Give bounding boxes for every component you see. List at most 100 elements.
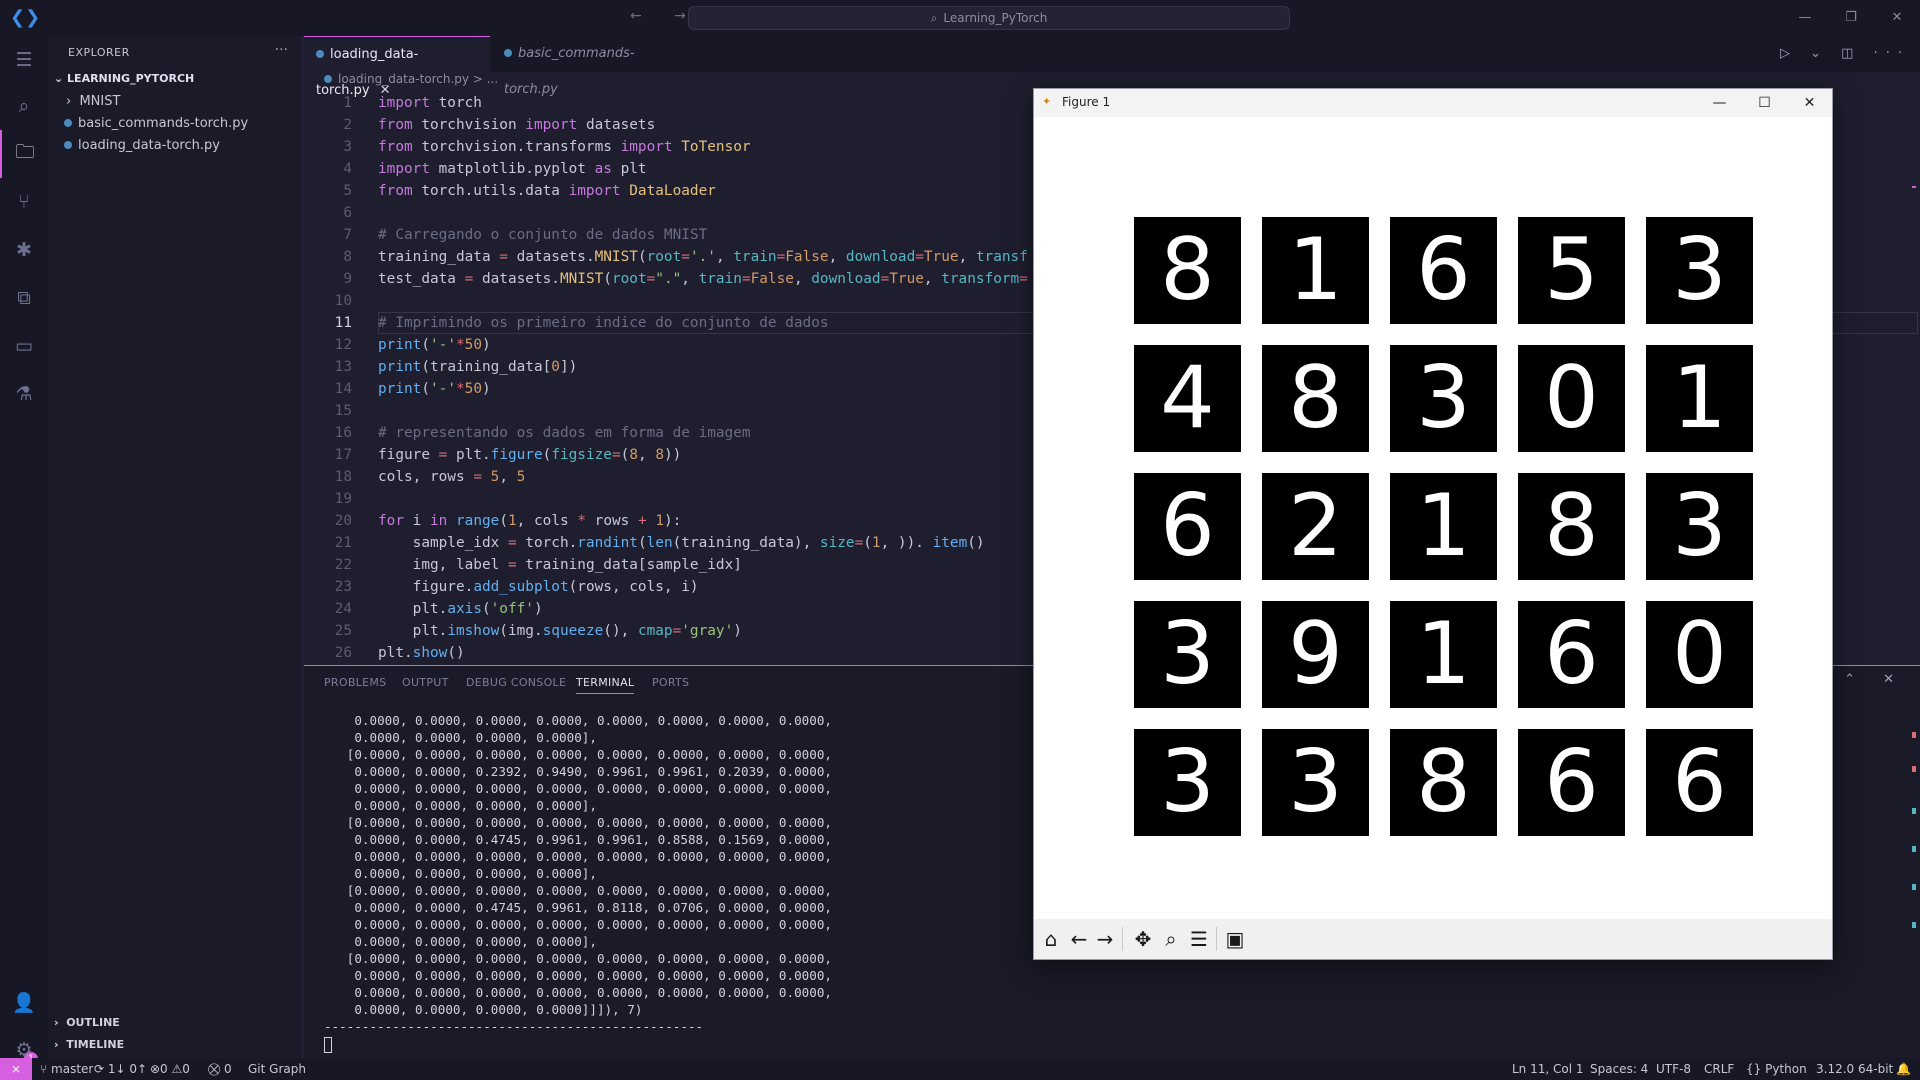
- line-ending[interactable]: CRLF: [1704, 1058, 1734, 1080]
- terminal-output[interactable]: 0.0000, 0.0000, 0.0000, 0.0000, 0.0000, …: [324, 712, 1144, 1053]
- outline-section[interactable]: › OUTLINE: [54, 1016, 120, 1029]
- pan-icon[interactable]: ✥: [1130, 925, 1156, 953]
- terminal-line: 0.0000, 0.0000, 0.0000, 0.0000, 0.0000, …: [324, 849, 832, 864]
- tab-problems[interactable]: PROBLEMS: [324, 676, 386, 689]
- sync-status[interactable]: ⟳ 1↓ 0↑: [94, 1058, 147, 1080]
- figure-close-button[interactable]: ✕: [1787, 89, 1832, 117]
- mnist-digit-image: 3: [1134, 601, 1241, 708]
- remote-explorer-icon[interactable]: ▭: [0, 322, 48, 370]
- terminal-line: 0.0000, 0.0000, 0.4745, 0.9961, 0.9961, …: [324, 832, 832, 847]
- forward-icon[interactable]: →: [1092, 925, 1118, 953]
- close-button[interactable]: ✕: [1874, 0, 1920, 36]
- mnist-digit-image: 3: [1134, 729, 1241, 836]
- scroll-marker: [1912, 732, 1916, 738]
- scroll-marker: [1912, 808, 1916, 814]
- terminal-prompt[interactable]: [324, 1035, 1144, 1053]
- terminal-line: 0.0000, 0.0000, 0.0000, 0.0000],: [324, 798, 597, 813]
- branch-icon: ⑂: [40, 1062, 48, 1076]
- command-center-search[interactable]: ⌕ Learning_PyTorch: [688, 6, 1290, 30]
- python-file-icon: [316, 50, 324, 58]
- figure-maximize-button[interactable]: ☐: [1742, 89, 1787, 117]
- explorer-files-icon[interactable]: 🗀: [0, 130, 48, 178]
- workspace-root[interactable]: ⌄ LEARNING_PYTORCH: [54, 72, 194, 85]
- more-actions-icon[interactable]: ···: [275, 42, 288, 58]
- activity-bar: ☰ ⌕ 🗀 ⑂ ✱ ⧉ ▭ ⚗ 👤 ⚙ 1: [0, 36, 48, 1066]
- tab-loading-data[interactable]: loading_data-torch.py ✕: [304, 36, 490, 98]
- restore-button[interactable]: ❐: [1828, 0, 1874, 36]
- mnist-digit-image: 8: [1390, 729, 1497, 836]
- search-activity-icon[interactable]: ⌕: [0, 82, 48, 130]
- mnist-digit-image: 2: [1262, 473, 1369, 580]
- source-control-icon[interactable]: ⑂: [0, 178, 48, 226]
- mnist-digit-image: 9: [1262, 601, 1369, 708]
- minimize-button[interactable]: —: [1782, 0, 1828, 36]
- terminal-line: 0.0000, 0.0000, 0.0000, 0.0000, 0.0000, …: [324, 781, 832, 796]
- mnist-digit-image: 8: [1518, 473, 1625, 580]
- mnist-digit-image: 1: [1262, 217, 1369, 324]
- run-debug-icon[interactable]: ✱: [0, 226, 48, 274]
- editor-actions[interactable]: ▷ ⌄ ◫ ···: [1780, 36, 1910, 72]
- back-icon[interactable]: ←: [1066, 925, 1092, 953]
- terminal-line: [0.0000, 0.0000, 0.0000, 0.0000, 0.0000,…: [324, 747, 832, 762]
- save-icon[interactable]: ▣: [1222, 925, 1248, 953]
- search-icon: ⌕: [930, 11, 938, 25]
- git-graph-button[interactable]: Git Graph: [248, 1058, 306, 1080]
- language-mode[interactable]: {} Python: [1746, 1058, 1807, 1080]
- terminal-cursor: [324, 1036, 332, 1053]
- remote-indicator[interactable]: ⨯: [0, 1058, 32, 1080]
- tab-basic-commands[interactable]: basic_commands-torch.py: [492, 36, 682, 97]
- figure-toolbar: ⌂ ← → ✥ ⌕ ☰ ▣: [1034, 919, 1832, 959]
- ports-status[interactable]: ⛒ 0: [208, 1058, 232, 1080]
- mnist-digit-image: 1: [1390, 473, 1497, 580]
- account-icon[interactable]: 👤: [0, 978, 48, 1026]
- title-bar: ❮❯ ← → ⌕ Learning_PyTorch — ❐ ✕: [0, 0, 1920, 36]
- file-basic-commands[interactable]: basic_commands-torch.py: [64, 116, 248, 131]
- problems-status[interactable]: ⊗0 ⚠0: [150, 1058, 190, 1080]
- timeline-section[interactable]: › TIMELINE: [54, 1038, 124, 1051]
- python-interpreter[interactable]: 3.12.0 64-bit: [1816, 1058, 1893, 1080]
- terminal-line: 0.0000, 0.0000, 0.4745, 0.9961, 0.8118, …: [324, 900, 832, 915]
- terminal-line: 0.0000, 0.0000, 0.0000, 0.0000],: [324, 730, 597, 745]
- matplotlib-figure-window: ✦ Figure 1 — ☐ ✕ 81653483016218339160338…: [1033, 88, 1833, 960]
- window-controls: — ❐ ✕: [1782, 0, 1920, 36]
- figure-canvas[interactable]: 8165348301621833916033866: [1034, 117, 1832, 914]
- tab-debug-console[interactable]: DEBUG CONSOLE: [466, 676, 566, 689]
- terminal-line: 0.0000, 0.0000, 0.0000, 0.0000, 0.0000, …: [324, 968, 832, 983]
- editor-tab-bar: loading_data-torch.py ✕ basic_commands-to…: [304, 36, 1920, 98]
- figure-minimize-button[interactable]: —: [1697, 89, 1742, 117]
- mnist-digit-image: 6: [1390, 217, 1497, 324]
- file-loading-data[interactable]: loading_data-torch.py: [64, 138, 220, 153]
- figure-window-controls: — ☐ ✕: [1697, 89, 1832, 117]
- notifications-bell-icon[interactable]: 🔔: [1896, 1058, 1911, 1080]
- outline-label: OUTLINE: [66, 1016, 120, 1029]
- terminal-line: [0.0000, 0.0000, 0.0000, 0.0000, 0.0000,…: [324, 815, 832, 830]
- vscode-logo-icon: ❮❯: [10, 7, 41, 28]
- tab-ports[interactable]: PORTS: [652, 676, 689, 689]
- folder-mnist[interactable]: › MNIST: [66, 94, 120, 109]
- explorer-sidebar: EXPLORER ··· ⌄ LEARNING_PYTORCH › MNIST …: [48, 36, 303, 1058]
- figure-title: Figure 1: [1062, 95, 1111, 109]
- configure-icon[interactable]: ☰: [1186, 925, 1212, 953]
- figure-title-bar: ✦ Figure 1 — ☐ ✕: [1034, 89, 1832, 117]
- mnist-digit-image: 6: [1646, 729, 1753, 836]
- testing-icon[interactable]: ⚗: [0, 370, 48, 418]
- home-icon[interactable]: ⌂: [1038, 925, 1064, 953]
- tab-terminal[interactable]: TERMINAL: [576, 676, 635, 694]
- terminal-line: [0.0000, 0.0000, 0.0000, 0.0000, 0.0000,…: [324, 883, 832, 898]
- encoding[interactable]: UTF-8: [1656, 1058, 1691, 1080]
- tab-output[interactable]: OUTPUT: [402, 676, 449, 689]
- menu-icon[interactable]: ☰: [0, 36, 48, 84]
- mnist-digit-image: 5: [1518, 217, 1625, 324]
- branch-status[interactable]: ⑂ master: [40, 1058, 93, 1080]
- branch-label: master: [51, 1062, 94, 1076]
- zoom-icon[interactable]: ⌕: [1158, 925, 1184, 953]
- terminal-line: 0.0000, 0.0000, 0.0000, 0.0000, 0.0000, …: [324, 713, 832, 728]
- terminal-line: 0.0000, 0.0000, 0.0000, 0.0000]]]), 7): [324, 1002, 643, 1017]
- extensions-icon[interactable]: ⧉: [0, 274, 48, 322]
- cursor-position[interactable]: Ln 11, Col 1: [1512, 1058, 1584, 1080]
- toolbar-divider: [1216, 927, 1217, 951]
- breadcrumb[interactable]: loading_data-torch.py > ...: [324, 72, 498, 90]
- python-file-icon: [504, 49, 512, 57]
- chevron-right-icon: ›: [66, 94, 72, 109]
- indentation[interactable]: Spaces: 4: [1590, 1058, 1648, 1080]
